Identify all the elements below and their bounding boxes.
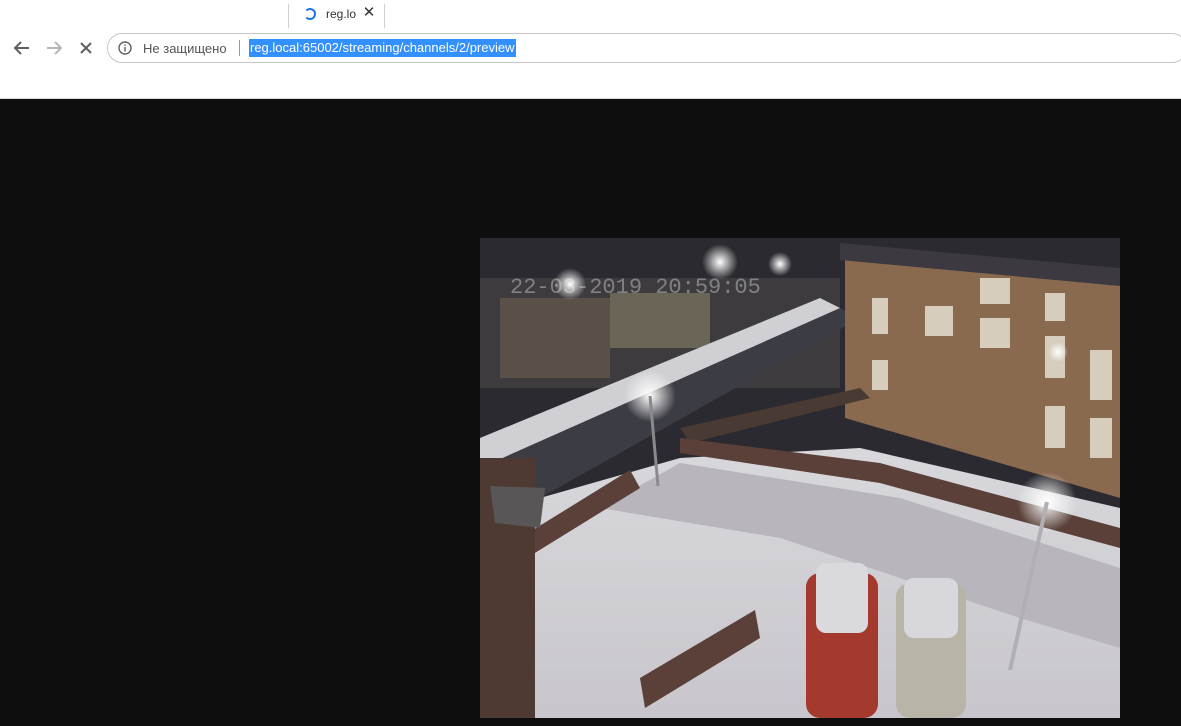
omnibox-separator bbox=[239, 40, 240, 56]
arrow-forward-icon bbox=[47, 41, 63, 55]
osd-timestamp: 22-03-2019 20:59:05 bbox=[510, 275, 761, 300]
info-icon[interactable] bbox=[118, 41, 132, 55]
stop-button[interactable] bbox=[72, 34, 100, 62]
browser-toolbar: Не защищено reg.local:65002/streaming/ch… bbox=[0, 30, 1181, 66]
security-status-label[interactable]: Не защищено bbox=[143, 41, 227, 56]
arrow-back-icon bbox=[13, 41, 29, 55]
tab-title: reg.local bbox=[326, 7, 356, 21]
url-input[interactable]: reg.local:65002/streaming/channels/2/pre… bbox=[249, 39, 516, 57]
back-button[interactable] bbox=[8, 34, 36, 62]
tab-strip: reg.local ✕ bbox=[0, 0, 1181, 31]
camera-preview-image[interactable]: 22-03-2019 20:59:05 bbox=[480, 238, 1120, 718]
loading-spinner-icon bbox=[304, 8, 316, 20]
stop-icon bbox=[80, 42, 92, 54]
camera-feed-image: 22-03-2019 20:59:05 bbox=[480, 238, 1120, 718]
toolbar-bottom-divider bbox=[0, 66, 1181, 99]
browser-tab[interactable]: reg.local ✕ bbox=[288, 0, 385, 30]
address-bar[interactable]: Не защищено reg.local:65002/streaming/ch… bbox=[107, 33, 1181, 63]
page-viewport: 22-03-2019 20:59:05 bbox=[0, 99, 1181, 726]
forward-button[interactable] bbox=[40, 34, 68, 62]
close-icon[interactable]: ✕ bbox=[362, 4, 376, 22]
